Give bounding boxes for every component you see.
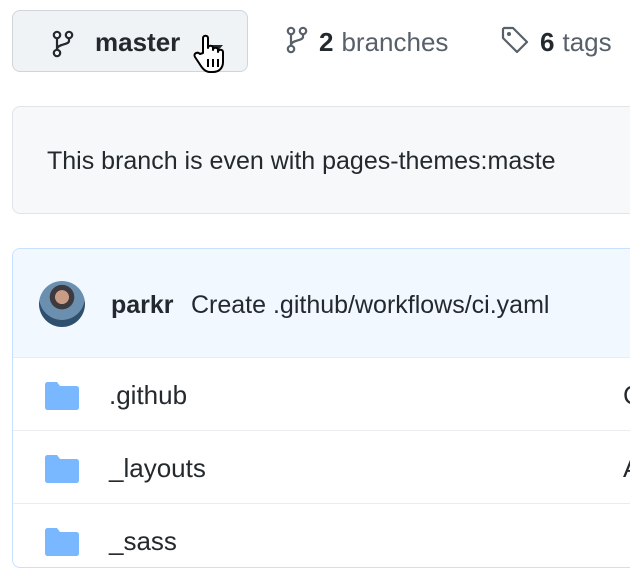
git-branch-icon xyxy=(285,26,309,59)
tags-link[interactable]: 6 tags xyxy=(500,26,612,58)
branch-status-text: This branch is even with pages-themes:ma… xyxy=(47,147,556,175)
file-list: parkr Create .github/workflows/ci.yaml .… xyxy=(12,248,630,568)
latest-commit-bar: parkr Create .github/workflows/ci.yaml xyxy=(13,249,630,358)
hand-cursor-icon xyxy=(192,32,230,79)
branch-select-label: master xyxy=(95,27,181,57)
tags-label: tags xyxy=(562,26,612,57)
folder-icon xyxy=(45,455,79,488)
branches-count: 2 xyxy=(319,26,334,57)
file-row[interactable]: _layouts A xyxy=(13,430,630,503)
branch-status-notice: This branch is even with pages-themes:ma… xyxy=(12,106,630,214)
folder-icon xyxy=(45,382,79,415)
folder-icon xyxy=(45,528,79,561)
tags-count: 6 xyxy=(540,26,555,57)
file-name[interactable]: _sass xyxy=(109,526,177,557)
file-name[interactable]: .github xyxy=(109,380,187,411)
file-row[interactable]: _sass xyxy=(13,503,630,567)
branches-link[interactable]: 2 branches xyxy=(285,26,448,58)
commit-message[interactable]: Create .github/workflows/ci.yaml xyxy=(191,291,549,320)
file-name[interactable]: _layouts xyxy=(109,453,206,484)
file-commit-message[interactable]: A xyxy=(623,453,630,484)
git-branch-icon xyxy=(51,30,75,63)
commit-author[interactable]: parkr xyxy=(111,291,174,320)
tag-icon xyxy=(500,25,530,60)
file-row[interactable]: .github C xyxy=(13,357,630,430)
file-commit-message[interactable]: C xyxy=(623,380,630,411)
branches-label: branches xyxy=(341,26,449,57)
avatar[interactable] xyxy=(39,281,85,327)
